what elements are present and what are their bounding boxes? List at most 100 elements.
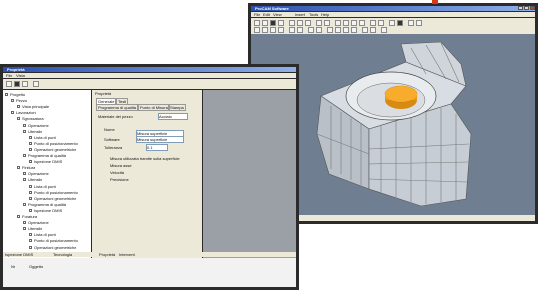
tree-item[interactable]: Operazioni geometriche [29,196,91,201]
copy-icon[interactable] [297,20,303,26]
pan-icon[interactable] [359,20,365,26]
check-axis[interactable]: Misura asse [110,163,132,168]
tree-item[interactable]: Sgrossatura [17,116,91,121]
tree-node-icon [23,172,26,176]
side-view-icon[interactable] [270,27,276,33]
tree-item[interactable]: Operazione [23,171,91,176]
front-view-icon[interactable] [254,27,260,33]
settings-icon[interactable] [408,20,414,26]
viewer-title-bar[interactable]: ProCAM Software [251,6,535,11]
software-input[interactable]: Misura superficie [136,136,184,143]
tree-item[interactable]: Finitura [17,165,91,170]
zoom-out-icon[interactable] [343,20,349,26]
close-button[interactable] [530,6,535,10]
tree-item-label: Lista di punti [34,134,57,140]
check-surface[interactable]: Misura utilizzata tramite sulla superfic… [110,156,180,161]
software-radio[interactable]: Software [104,137,120,142]
fit-icon[interactable] [378,20,384,26]
status-tab-interventions[interactable]: Interventi [119,252,135,257]
tree-item[interactable]: Progetto [5,92,85,97]
paste-icon[interactable] [305,20,311,26]
wireframe-icon[interactable] [389,20,395,26]
save-icon[interactable] [270,20,276,26]
undo-icon[interactable] [316,20,322,26]
iso-view-icon[interactable] [278,27,284,33]
new-icon[interactable] [254,20,260,26]
props-save-icon[interactable] [22,81,28,87]
props-new-icon[interactable] [6,81,12,87]
tree-node-icon [23,221,26,225]
top-view-icon[interactable] [262,27,268,33]
circle-icon[interactable] [343,27,349,33]
print-icon[interactable] [278,20,284,26]
tab-measure-point[interactable]: Punto di Misura [138,104,170,111]
menu-file[interactable]: File [254,12,260,17]
tree-item[interactable]: Programma di qualità [23,202,91,207]
tree-item[interactable]: Punto di posizionamento [29,141,91,146]
cut-icon[interactable] [289,20,295,26]
tree-item[interactable]: Programma di qualità [23,153,91,158]
tree-item[interactable]: Ispezione DMIS [29,159,91,164]
layer-icon[interactable] [297,27,303,33]
tree-item[interactable]: Lista di punti [29,232,91,237]
select-icon[interactable] [308,27,314,33]
tree-item[interactable]: Operazioni geometriche [29,245,91,250]
shade-icon[interactable] [397,20,403,26]
redo-icon[interactable] [324,20,330,26]
help-icon[interactable] [416,20,422,26]
tolerance-input[interactable]: 0.1 [146,144,168,151]
tree-item[interactable]: Punto di posizionamento [29,238,91,243]
tree-item[interactable]: Ispezione DMIS [29,208,91,213]
props-title-bar[interactable]: Proprietà [3,67,296,72]
props-open-icon[interactable] [14,81,20,87]
tree-item[interactable]: Punto di posizionamento [29,190,91,195]
filter-icon[interactable] [316,27,322,33]
report-icon[interactable] [381,27,387,33]
tree-item[interactable]: Utensile [23,177,91,182]
props-menu-file[interactable]: File [6,73,12,78]
plane-icon[interactable] [351,27,357,33]
menu-insert[interactable]: Insert [295,12,305,17]
tree-item[interactable]: Foratura [17,214,91,219]
tree-item-label: Lista di punti [34,232,57,238]
check-speed[interactable]: Velocità [110,170,124,175]
tree-item[interactable]: Utensile [23,226,91,231]
status-tab-properties[interactable]: Proprietà [99,252,115,257]
status-tab-technology[interactable]: Tecnologia [53,252,72,257]
tree-item[interactable]: Operazione [23,220,91,225]
maximize-button[interactable] [524,6,529,10]
probe-icon[interactable] [362,27,368,33]
status-tab-dmis[interactable]: Ispezione DMIS [5,252,33,257]
tree-item-label: Operazione [28,171,49,177]
menu-edit[interactable]: Edit [263,12,270,17]
section-icon[interactable] [289,27,295,33]
path-icon[interactable] [370,27,376,33]
material-select[interactable]: Acciaio [158,113,188,120]
menu-help[interactable]: Help [321,12,329,17]
tree-item[interactable]: Pezzo [11,98,91,103]
zoom-in-icon[interactable] [335,20,341,26]
props-menu-view[interactable]: Vista [16,73,25,78]
tree-item[interactable]: Operazione [23,123,91,128]
tree-item[interactable]: Lista di punti [29,184,91,189]
rotate-icon[interactable] [351,20,357,26]
check-precision[interactable]: Precisione [110,177,129,182]
status-tabs: Ispezione DMIS Tecnologia Proprietà Inte… [3,252,296,257]
props-title: Proprietà [7,67,25,72]
props-info-icon[interactable] [33,81,39,87]
tab-quality-program[interactable]: Programma di qualità [96,104,139,111]
line-icon[interactable] [335,27,341,33]
tree-item[interactable]: Utensile [23,129,91,134]
properties-panel: Proprietà Generale Testi Programma di qu… [92,90,202,260]
open-icon[interactable] [262,20,268,26]
tree-item[interactable]: Lista di punti [29,135,91,140]
measure-icon[interactable] [370,20,376,26]
menu-tools[interactable]: Tools [309,12,318,17]
point-icon[interactable] [327,27,333,33]
tree-item[interactable]: Lavorazioni [11,110,91,115]
tree-item[interactable]: Vista principale [17,104,91,109]
minimize-button[interactable] [518,6,523,10]
menu-view[interactable]: View [273,12,282,17]
tree-item[interactable]: Operazioni geometriche [29,147,91,152]
tab-print[interactable]: Stampa [168,104,186,111]
